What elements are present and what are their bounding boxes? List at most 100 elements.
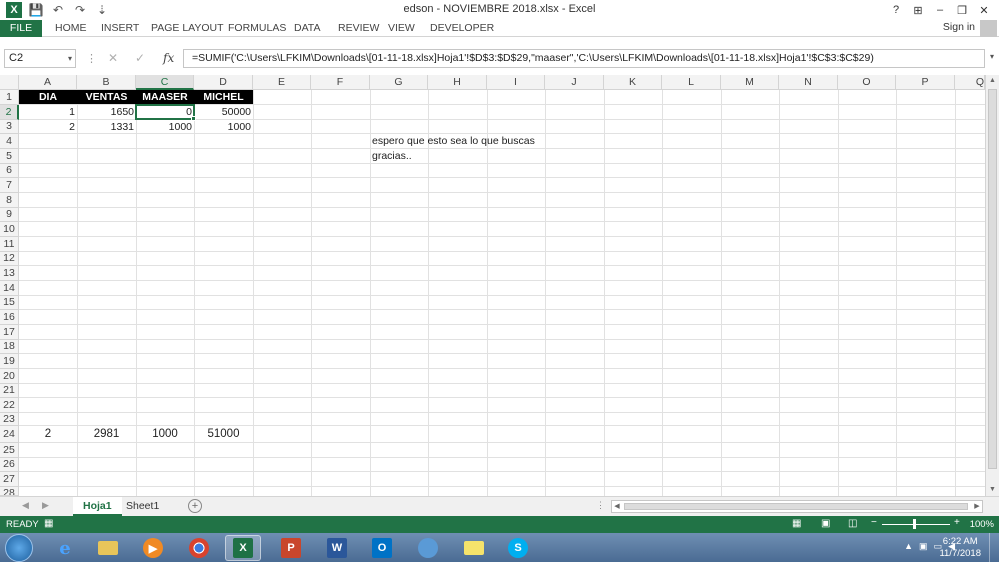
cell-d1[interactable]: MICHEL <box>194 90 253 104</box>
help-button[interactable]: ? <box>885 1 907 19</box>
row-header-21[interactable]: 21 <box>0 384 19 398</box>
close-button[interactable]: ✕ <box>973 1 995 19</box>
column-header-j[interactable]: J <box>545 75 604 90</box>
cell-b2[interactable]: 1650 <box>77 105 136 119</box>
column-header-a[interactable]: A <box>19 75 77 90</box>
sheet-nav-next-icon[interactable]: ▶ <box>42 500 49 511</box>
row-header-13[interactable]: 13 <box>0 266 19 281</box>
zoom-slider-knob[interactable] <box>913 519 916 529</box>
tab-page-layout[interactable]: PAGE LAYOUT <box>151 20 224 37</box>
column-header-g[interactable]: G <box>370 75 428 90</box>
scroll-right-icon[interactable]: ▶ <box>972 501 982 512</box>
expand-formula-bar-icon[interactable]: ▾ <box>990 52 994 61</box>
row-header-23[interactable]: 23 <box>0 413 19 426</box>
row-header-9[interactable]: 9 <box>0 208 19 222</box>
tab-view[interactable]: VIEW <box>388 20 415 37</box>
scroll-up-icon[interactable]: ▲ <box>986 75 999 87</box>
scroll-left-icon[interactable]: ◀ <box>612 501 622 512</box>
row-header-14[interactable]: 14 <box>0 281 19 296</box>
name-box[interactable]: C2 ▾ <box>4 49 76 68</box>
column-header-f[interactable]: F <box>311 75 370 90</box>
cell-a1[interactable]: DIA <box>19 90 77 104</box>
restore-button[interactable]: ❐ <box>951 1 973 19</box>
app-icon[interactable] <box>410 535 446 561</box>
word-icon[interactable]: W <box>319 535 355 561</box>
cell-d24[interactable]: 51000 <box>194 426 253 442</box>
tab-developer[interactable]: DEVELOPER <box>430 20 494 37</box>
cell-c3[interactable]: 1000 <box>136 120 194 134</box>
tab-insert[interactable]: INSERT <box>101 20 139 37</box>
macro-record-icon[interactable]: ▦ <box>44 518 53 529</box>
cell-g4[interactable]: espero que esto sea lo que buscas <box>370 134 537 148</box>
chevron-down-icon[interactable]: ▾ <box>68 50 72 67</box>
file-explorer-icon[interactable] <box>90 535 126 561</box>
row-header-12[interactable]: 12 <box>0 252 19 266</box>
column-header-c[interactable]: C <box>136 75 194 90</box>
tab-file[interactable]: FILE <box>0 20 42 37</box>
row-header-6[interactable]: 6 <box>0 164 19 178</box>
sticky-notes-icon[interactable] <box>456 535 492 561</box>
start-button[interactable] <box>5 534 33 562</box>
row-header-17[interactable]: 17 <box>0 325 19 340</box>
zoom-level[interactable]: 100% <box>970 519 994 530</box>
system-clock[interactable]: 6:22 AM 11/7/2018 <box>939 536 981 560</box>
internet-explorer-icon[interactable]: e <box>47 535 83 561</box>
cell-a24[interactable]: 2 <box>19 426 77 442</box>
show-desktop-button[interactable] <box>989 533 999 562</box>
add-sheet-icon[interactable]: + <box>188 499 202 513</box>
row-header-24[interactable]: 24 <box>0 426 19 443</box>
column-header-p[interactable]: P <box>896 75 955 90</box>
skype-icon[interactable]: S <box>500 535 536 561</box>
cell-b1[interactable]: VENTAS <box>77 90 136 104</box>
row-header-5[interactable]: 5 <box>0 149 19 164</box>
row-header-4[interactable]: 4 <box>0 134 19 149</box>
worksheet-grid[interactable]: A B C D E F G H I J K L M N O P Q 1 2 3 … <box>0 75 985 496</box>
column-header-q[interactable]: Q <box>955 75 985 90</box>
tab-data[interactable]: DATA <box>294 20 320 37</box>
scroll-down-icon[interactable]: ▼ <box>986 484 999 496</box>
vertical-scrollbar[interactable]: ▲ ▼ <box>985 75 999 496</box>
zoom-out-icon[interactable]: − <box>871 517 877 528</box>
column-header-i[interactable]: I <box>487 75 545 90</box>
column-header-e[interactable]: E <box>253 75 311 90</box>
row-header-22[interactable]: 22 <box>0 398 19 413</box>
row-header-10[interactable]: 10 <box>0 222 19 237</box>
row-header-25[interactable]: 25 <box>0 443 19 458</box>
cell-a3[interactable]: 2 <box>19 120 77 134</box>
row-header-8[interactable]: 8 <box>0 193 19 208</box>
excel-taskbar-icon[interactable]: X <box>225 535 261 561</box>
page-break-view-icon[interactable]: ◫ <box>848 518 857 529</box>
zoom-in-icon[interactable]: + <box>954 517 960 528</box>
cell-c24[interactable]: 1000 <box>136 426 194 442</box>
chrome-icon[interactable] <box>181 535 217 561</box>
column-header-d[interactable]: D <box>194 75 253 90</box>
outlook-icon[interactable]: O <box>364 535 400 561</box>
row-header-20[interactable]: 20 <box>0 369 19 384</box>
row-header-2[interactable]: 2 <box>0 105 19 120</box>
page-layout-view-icon[interactable]: ▣ <box>821 518 830 529</box>
cell-a2[interactable]: 1 <box>19 105 77 119</box>
enter-icon[interactable]: ✓ <box>135 51 145 65</box>
cancel-icon[interactable]: ✕ <box>108 51 118 65</box>
fill-handle[interactable] <box>191 116 196 121</box>
tab-home[interactable]: HOME <box>55 20 87 37</box>
column-header-l[interactable]: L <box>662 75 721 90</box>
row-header-28[interactable]: 28 <box>0 487 19 496</box>
row-header-16[interactable]: 16 <box>0 310 19 325</box>
select-all-corner[interactable] <box>0 75 19 90</box>
cell-d2[interactable]: 50000 <box>194 105 253 119</box>
column-header-n[interactable]: N <box>779 75 838 90</box>
minimize-button[interactable]: – <box>929 1 951 19</box>
row-header-26[interactable]: 26 <box>0 458 19 472</box>
row-header-19[interactable]: 19 <box>0 354 19 369</box>
tab-review[interactable]: REVIEW <box>338 20 379 37</box>
horizontal-scroll-thumb[interactable] <box>624 503 968 510</box>
cell-b3[interactable]: 1331 <box>77 120 136 134</box>
row-header-18[interactable]: 18 <box>0 340 19 354</box>
normal-view-icon[interactable]: ▦ <box>792 518 801 529</box>
column-header-h[interactable]: H <box>428 75 487 90</box>
sheet-tab-sheet1[interactable]: Sheet1 <box>116 497 169 516</box>
cell-d3[interactable]: 1000 <box>194 120 253 134</box>
column-header-o[interactable]: O <box>838 75 896 90</box>
sheet-tab-hoja1[interactable]: Hoja1 <box>73 497 122 516</box>
